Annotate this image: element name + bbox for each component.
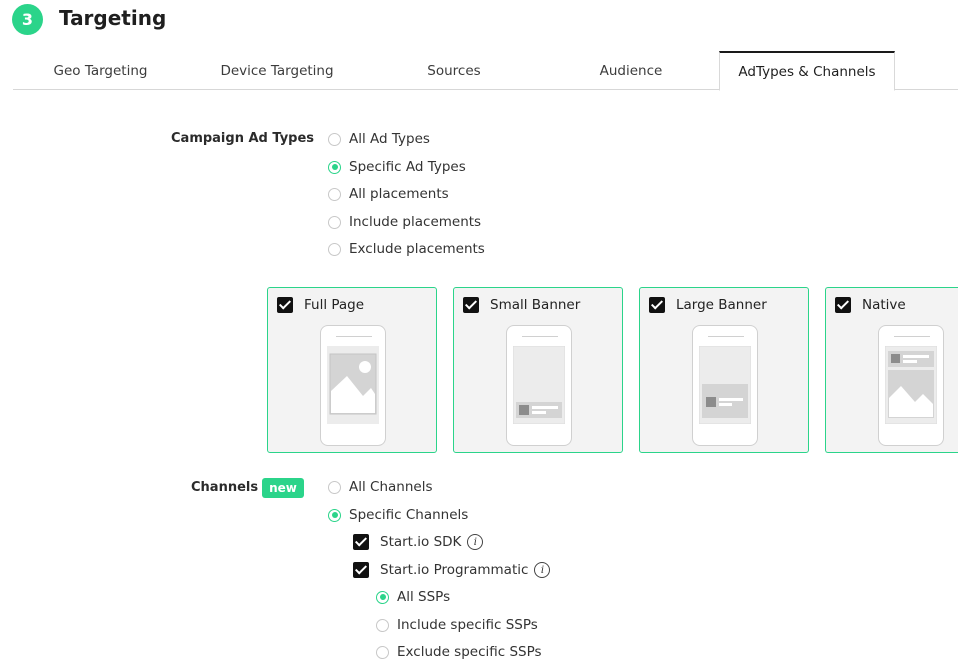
- checkbox-startio-sdk[interactable]: Start.io SDK i: [353, 534, 484, 550]
- ad-type-card-large-banner[interactable]: Large Banner: [639, 287, 809, 453]
- tab-bar: Geo Targeting Device Targeting Sources A…: [13, 51, 958, 91]
- section-title: Targeting: [59, 6, 167, 30]
- ad-type-card-small-banner[interactable]: Small Banner: [453, 287, 623, 453]
- channels-label: Channels: [191, 480, 259, 495]
- radio-include-specific-ssps[interactable]: Include specific SSPs: [376, 617, 538, 633]
- radio-exclude-placements[interactable]: Exclude placements: [328, 241, 485, 257]
- radio-all-placements[interactable]: All placements: [328, 186, 449, 202]
- small-banner-checkbox[interactable]: [463, 297, 479, 313]
- large-banner-ad-icon: [692, 325, 758, 446]
- checkbox-startio-programmatic[interactable]: Start.io Programmatic i: [353, 562, 551, 578]
- radio-specific-ad-types[interactable]: Specific Ad Types: [328, 159, 466, 175]
- card-label: Large Banner: [676, 297, 767, 313]
- small-banner-ad-icon: [506, 325, 572, 446]
- native-checkbox[interactable]: [835, 297, 851, 313]
- radio-label: All Channels: [349, 479, 433, 495]
- radio-button[interactable]: [328, 508, 341, 522]
- radio-label: Specific Ad Types: [349, 159, 466, 175]
- radio-button[interactable]: [328, 215, 341, 229]
- radio-exclude-specific-ssps[interactable]: Exclude specific SSPs: [376, 644, 542, 660]
- radio-specific-channels[interactable]: Specific Channels: [328, 507, 468, 523]
- step-number-badge: 3: [12, 4, 43, 35]
- checkbox-label: Start.io SDK: [380, 534, 462, 550]
- radio-button[interactable]: [328, 480, 341, 494]
- startio-sdk-checkbox[interactable]: [353, 534, 369, 550]
- info-icon[interactable]: i: [467, 534, 484, 550]
- radio-button[interactable]: [328, 242, 341, 256]
- radio-button[interactable]: [376, 645, 389, 659]
- full-page-checkbox[interactable]: [277, 297, 293, 313]
- radio-label: Include specific SSPs: [397, 617, 538, 633]
- tab-adtypes-channels[interactable]: AdTypes & Channels: [719, 51, 895, 91]
- radio-label: Exclude specific SSPs: [397, 644, 542, 660]
- radio-button[interactable]: [376, 590, 389, 604]
- radio-all-ad-types[interactable]: All Ad Types: [328, 131, 430, 147]
- radio-label: Exclude placements: [349, 241, 485, 257]
- radio-button[interactable]: [376, 618, 389, 632]
- radio-button[interactable]: [328, 160, 341, 174]
- tab-sources[interactable]: Sources: [368, 51, 540, 90]
- ad-type-card-native[interactable]: Native: [825, 287, 958, 453]
- card-label: Small Banner: [490, 297, 581, 313]
- native-ad-icon: [878, 325, 944, 446]
- radio-label: Include placements: [349, 214, 482, 230]
- radio-button[interactable]: [328, 187, 341, 201]
- radio-button[interactable]: [328, 132, 341, 146]
- checkbox-label: Start.io Programmatic: [380, 562, 529, 578]
- card-label: Full Page: [304, 297, 365, 313]
- large-banner-checkbox[interactable]: [649, 297, 665, 313]
- campaign-ad-types-label: Campaign Ad Types: [171, 131, 315, 146]
- radio-label: Specific Channels: [349, 507, 469, 523]
- radio-all-channels[interactable]: All Channels: [328, 479, 433, 495]
- tab-audience[interactable]: Audience: [545, 51, 717, 90]
- tab-device-targeting[interactable]: Device Targeting: [191, 51, 363, 90]
- radio-label: All placements: [349, 186, 449, 202]
- full-page-ad-icon: [320, 325, 386, 446]
- radio-label: All SSPs: [397, 589, 451, 605]
- card-label: Native: [862, 297, 906, 313]
- info-icon[interactable]: i: [534, 562, 551, 578]
- ad-type-card-full-page[interactable]: Full Page: [267, 287, 437, 453]
- new-badge: new: [262, 478, 304, 498]
- radio-label: All Ad Types: [349, 131, 430, 147]
- tab-geo-targeting[interactable]: Geo Targeting: [15, 51, 186, 90]
- radio-include-placements[interactable]: Include placements: [328, 214, 481, 230]
- startio-programmatic-checkbox[interactable]: [353, 562, 369, 578]
- radio-all-ssps[interactable]: All SSPs: [376, 589, 450, 605]
